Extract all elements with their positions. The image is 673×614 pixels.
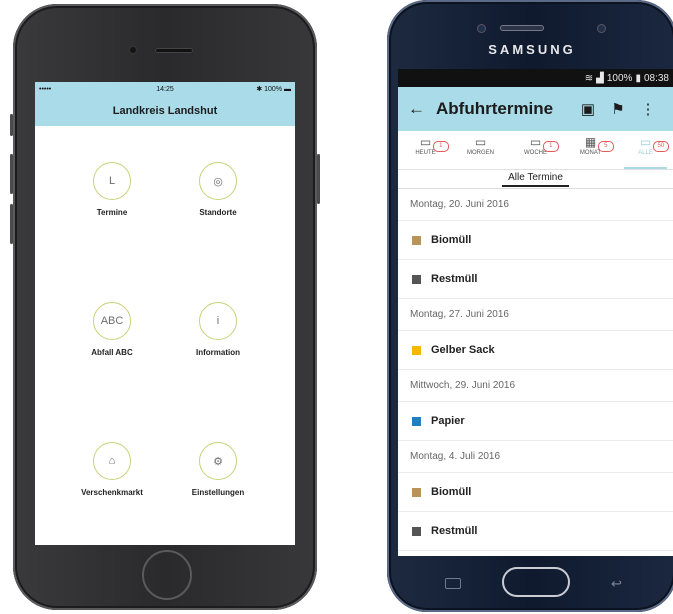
tab-woche[interactable]: ▭ 1 WOCHE	[508, 131, 563, 169]
tile-label: Standorte	[199, 208, 237, 217]
battery-percent: 100%	[264, 86, 283, 93]
tab-heute[interactable]: ▭ 1 HEUTE	[398, 131, 453, 169]
battery-indicator: ✱ 100% ▬	[256, 86, 291, 93]
battery-icon: ▮	[635, 72, 641, 84]
count-badge: 1	[432, 141, 449, 152]
calendar-icon: ▦ 5	[585, 135, 614, 152]
calendar-icon: ▭ 1	[420, 135, 449, 152]
home-button[interactable]	[502, 567, 570, 597]
signal-indicator: •••••	[39, 85, 52, 93]
tile-verschenkmarkt[interactable]: ⌂ Verschenkmarkt	[57, 442, 167, 497]
tile-label: Einstellungen	[191, 488, 245, 497]
date-header: Montag, 20. Juni 2016	[398, 189, 673, 221]
count-badge: 50	[652, 141, 669, 152]
waste-type-label: Restmüll	[431, 273, 478, 285]
flag-icon[interactable]: ⚑	[603, 100, 633, 118]
tile-label: Abfall ABC	[91, 348, 133, 357]
date-label: Montag, 4. Juli 2016	[410, 451, 501, 462]
tile-termine[interactable]: L Termine	[57, 162, 167, 217]
tab-alle[interactable]: ▭ 50 ALLE	[618, 131, 673, 169]
waste-type-label: Biomüll	[431, 234, 472, 246]
abc-icon: ABC	[93, 302, 131, 340]
front-camera	[597, 24, 606, 33]
tile-abfall-abc[interactable]: ABC Abfall ABC	[57, 302, 167, 357]
count-badge: 1	[542, 141, 559, 152]
mute-switch	[10, 114, 13, 136]
volume-up-button	[10, 154, 13, 194]
tab-label: MORGEN	[467, 150, 494, 156]
status-time: 08:38	[643, 72, 669, 84]
earpiece-speaker	[500, 25, 544, 31]
back-arrow-icon[interactable]: ←	[408, 99, 430, 119]
gear-icon: ⚙	[199, 442, 237, 480]
calendar-icon: ▭	[474, 135, 487, 149]
home-button[interactable]	[142, 550, 192, 600]
toolbar-title: Abfuhrtermine	[436, 99, 554, 118]
volume-down-button	[10, 204, 13, 244]
termine-list: Montag, 20. Juni 2016 Biomüll Restmüll Mont…	[398, 189, 673, 551]
wifi-icon: ≋	[584, 72, 594, 84]
power-button	[317, 154, 320, 204]
proximity-sensor	[477, 24, 486, 33]
samsung-logo: SAMSUNG	[488, 42, 576, 57]
gift-icon: ⌂	[93, 442, 131, 480]
tab-monat[interactable]: ▦ 5 MONAT	[563, 131, 618, 169]
waste-type-label: Restmüll	[431, 525, 478, 537]
tile-label: Information	[196, 348, 240, 357]
count-badge: 5	[597, 141, 614, 152]
subtab-bar: Alle Termine	[398, 170, 673, 189]
list-item[interactable]: Restmüll	[398, 512, 673, 551]
tile-label: Termine	[96, 208, 128, 217]
waste-color-marker	[412, 235, 421, 245]
waste-color-marker	[412, 416, 421, 426]
ios-screen: ••••• 14:25 ✱ 100% ▬ Landkreis Landshut …	[35, 82, 295, 545]
waste-type-label: Gelber Sack	[431, 344, 495, 356]
android-status-bar: ≋ ▟ 100% ▮ 08:38	[398, 69, 673, 87]
earpiece-speaker	[155, 48, 193, 53]
date-label: Montag, 27. Juni 2016	[410, 309, 509, 320]
list-item[interactable]: Biomüll	[398, 473, 673, 512]
calendar-icon: ▭ 50	[640, 135, 669, 152]
waste-color-marker	[412, 487, 421, 497]
alarm-clock-icon: L	[93, 162, 131, 200]
tile-standorte[interactable]: ◎ Standorte	[163, 162, 273, 217]
signal-icon: ▟	[596, 72, 604, 84]
info-icon: i	[199, 302, 237, 340]
date-label: Mittwoch, 29. Juni 2016	[410, 380, 516, 391]
date-label: Montag, 20. Juni 2016	[410, 199, 509, 210]
waste-color-marker	[412, 345, 421, 355]
waste-type-label: Biomüll	[431, 486, 472, 498]
front-camera	[128, 45, 138, 55]
date-header: Montag, 27. Juni 2016	[398, 299, 673, 331]
waste-type-label: Papier	[431, 415, 465, 427]
tile-einstellungen[interactable]: ⚙ Einstellungen	[163, 442, 273, 497]
tile-information[interactable]: i Information	[163, 302, 273, 357]
list-item[interactable]: Restmüll	[398, 260, 673, 299]
calendar-icon[interactable]: ▣	[573, 100, 603, 118]
list-item[interactable]: Biomüll	[398, 221, 673, 260]
app-title: Landkreis Landshut	[35, 96, 295, 126]
battery-percent: 100%	[606, 72, 633, 84]
more-menu-icon[interactable]: ⋮	[633, 100, 663, 118]
calendar-icon: ▭ 1	[530, 135, 559, 152]
waste-color-marker	[412, 526, 421, 536]
location-pin-icon: ◎	[199, 162, 237, 200]
app-toolbar: ← Abfuhrtermine ▣ ⚑ ⋮	[398, 87, 673, 131]
date-header: Mittwoch, 29. Juni 2016	[398, 370, 673, 402]
tab-morgen[interactable]: ▭ MORGEN	[453, 131, 508, 169]
back-key[interactable]: ↩	[611, 576, 622, 592]
recent-apps-key[interactable]	[445, 578, 461, 589]
date-header: Montag, 4. Juli 2016	[398, 441, 673, 473]
subtab-alle-termine[interactable]: Alle Termine	[502, 172, 569, 187]
ios-status-bar: ••••• 14:25 ✱ 100% ▬	[35, 82, 295, 96]
waste-color-marker	[412, 274, 421, 284]
list-item[interactable]: Papier	[398, 402, 673, 441]
period-tabs: ▭ 1 HEUTE ▭ MORGEN ▭ 1 WOCHE ▦ 5 MONAT ▭ 50 …	[398, 131, 673, 170]
android-screen: ≋ ▟ 100% ▮ 08:38 ← Abfuhrtermine ▣ ⚑ ⋮ ▭…	[398, 69, 673, 556]
tile-label: Verschenkmarkt	[81, 488, 143, 497]
list-item[interactable]: Gelber Sack	[398, 331, 673, 370]
